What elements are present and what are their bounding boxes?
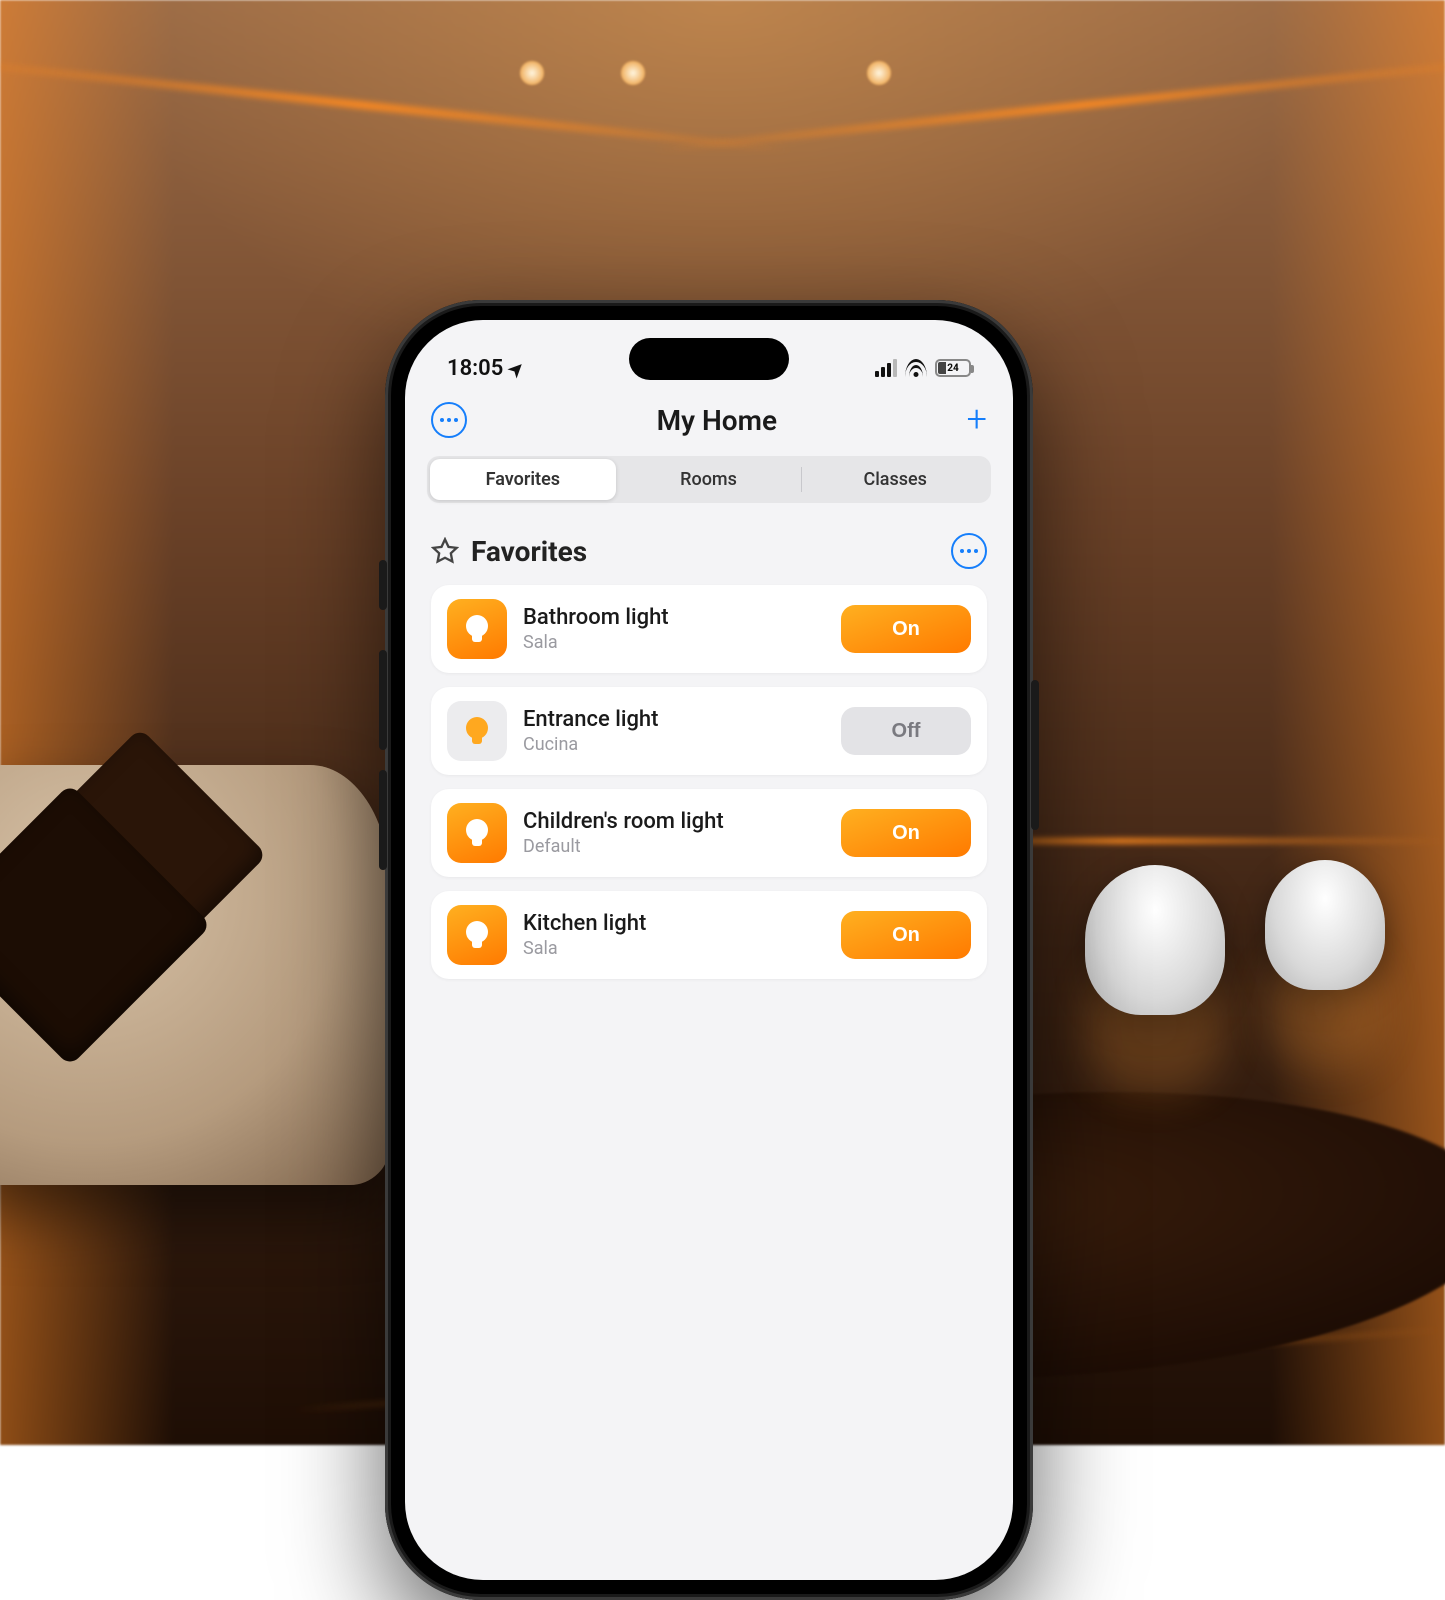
tab-classes[interactable]: Classes xyxy=(802,459,988,500)
device-state-label: On xyxy=(892,822,920,845)
device-name: Entrance light xyxy=(523,707,825,732)
home-options-button[interactable] xyxy=(431,402,467,438)
device-info: Entrance light Cucina xyxy=(523,707,825,755)
device-toggle-button[interactable]: On xyxy=(841,605,971,653)
device-list: Bathroom light Sala On Entrance light Cu… xyxy=(431,585,987,979)
lightbulb-icon xyxy=(447,905,507,965)
device-name: Bathroom light xyxy=(523,605,825,630)
ellipsis-icon xyxy=(960,549,978,553)
battery-level: 24 xyxy=(947,363,958,374)
phone-screen: 18:05 24 My Home + Favorites xyxy=(405,320,1013,1580)
lightbulb-icon xyxy=(447,701,507,761)
device-info: Kitchen light Sala xyxy=(523,911,825,959)
device-room: Default xyxy=(523,836,825,857)
device-state-label: On xyxy=(892,924,920,947)
device-room: Cucina xyxy=(523,734,825,755)
device-card[interactable]: Entrance light Cucina Off xyxy=(431,687,987,775)
status-left: 18:05 xyxy=(447,356,524,381)
device-room: Sala xyxy=(523,632,825,653)
decor-stool xyxy=(1265,860,1385,990)
lightbulb-icon xyxy=(447,803,507,863)
tab-rooms[interactable]: Rooms xyxy=(616,459,802,500)
status-right: 24 xyxy=(875,359,971,377)
phone-side-button xyxy=(379,560,387,610)
wifi-icon xyxy=(905,359,927,377)
section-header: Favorites xyxy=(431,533,987,569)
ellipsis-icon xyxy=(440,418,458,422)
app-header: My Home + xyxy=(405,392,1013,450)
add-button[interactable]: + xyxy=(967,409,987,431)
phone-frame: 18:05 24 My Home + Favorites xyxy=(385,300,1033,1600)
decor-stool xyxy=(1085,865,1225,1015)
favorites-section: Favorites Bathroom light Sala On xyxy=(405,503,1013,979)
device-state-label: On xyxy=(892,618,920,641)
lightbulb-icon xyxy=(447,599,507,659)
decor-spotlight xyxy=(621,61,645,85)
device-info: Bathroom light Sala xyxy=(523,605,825,653)
phone-side-button xyxy=(1031,680,1039,830)
device-card[interactable]: Kitchen light Sala On xyxy=(431,891,987,979)
decor-spotlight xyxy=(867,61,891,85)
phone-notch xyxy=(629,338,789,380)
device-toggle-button[interactable]: On xyxy=(841,911,971,959)
cellular-icon xyxy=(875,359,897,377)
tab-favorites[interactable]: Favorites xyxy=(430,459,616,500)
star-icon xyxy=(431,537,459,565)
device-toggle-button[interactable]: On xyxy=(841,809,971,857)
device-name: Children's room light xyxy=(523,809,825,834)
tab-label: Classes xyxy=(863,469,926,490)
status-time: 18:05 xyxy=(447,356,503,381)
tab-label: Favorites xyxy=(486,469,560,490)
decor-spotlight xyxy=(520,61,544,85)
device-state-label: Off xyxy=(892,720,921,743)
battery-icon: 24 xyxy=(935,359,971,377)
phone-side-button xyxy=(379,770,387,870)
phone-side-button xyxy=(379,650,387,750)
device-toggle-button[interactable]: Off xyxy=(841,707,971,755)
page-title: My Home xyxy=(657,404,777,437)
section-title: Favorites xyxy=(471,535,587,568)
device-name: Kitchen light xyxy=(523,911,825,936)
device-info: Children's room light Default xyxy=(523,809,825,857)
tab-label: Rooms xyxy=(680,469,737,490)
device-card[interactable]: Children's room light Default On xyxy=(431,789,987,877)
device-card[interactable]: Bathroom light Sala On xyxy=(431,585,987,673)
location-icon xyxy=(509,356,524,381)
view-tabs: Favorites Rooms Classes xyxy=(427,456,991,503)
section-options-button[interactable] xyxy=(951,533,987,569)
device-room: Sala xyxy=(523,938,825,959)
